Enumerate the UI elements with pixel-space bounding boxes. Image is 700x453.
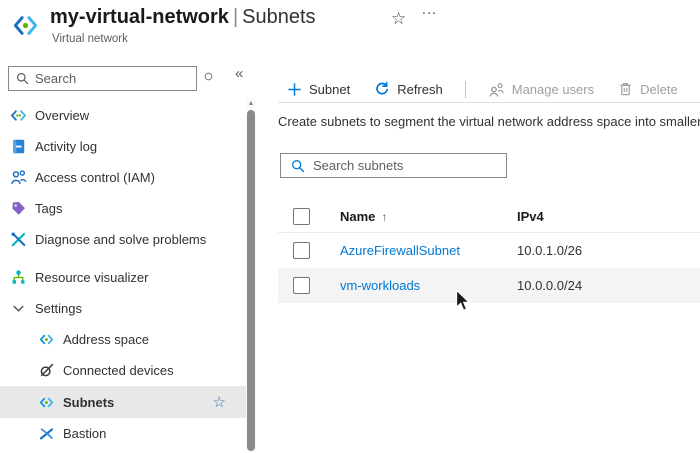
- subnet-link[interactable]: AzureFirewallSubnet: [340, 243, 460, 258]
- sidebar-item-label: Activity log: [35, 139, 97, 154]
- search-icon: [291, 159, 305, 173]
- sidebar-item-label: Tags: [35, 201, 62, 216]
- sidebar-item-label: Access control (IAM): [35, 170, 155, 185]
- table-header-row: Name↑ IPv4: [278, 200, 700, 233]
- favorite-star-icon[interactable]: ☆: [213, 393, 226, 411]
- select-all-checkbox[interactable]: [293, 208, 310, 225]
- sidebar-item-label: Subnets: [63, 395, 114, 410]
- blade-name: Subnets: [242, 6, 315, 28]
- sidebar-item-label: Settings: [35, 301, 82, 316]
- address-space-icon: [38, 331, 55, 348]
- overview-icon: [10, 107, 27, 124]
- row-checkbox[interactable]: [293, 242, 310, 259]
- sidebar-item-access-control[interactable]: Access control (IAM): [0, 162, 256, 193]
- delete-button[interactable]: Delete: [606, 81, 690, 97]
- subnets-icon: [38, 394, 55, 411]
- toolbar-divider: [465, 81, 466, 98]
- activity-log-icon: [10, 138, 27, 155]
- manage-users-button[interactable]: Manage users: [476, 81, 606, 98]
- sidebar-menu: Overview Activity log Access control (IA…: [0, 100, 256, 449]
- delete-label: Delete: [640, 82, 678, 97]
- subnet-link[interactable]: vm-workloads: [340, 278, 420, 293]
- sidebar-item-overview[interactable]: Overview: [0, 100, 256, 131]
- table-row[interactable]: vm-workloads 10.0.0.0/24: [278, 268, 700, 303]
- sidebar-item-label: Bastion: [63, 426, 106, 441]
- command-bar: Subnet Refresh Manage users Delete: [278, 76, 690, 102]
- subnet-ipv4: 10.0.1.0/26: [517, 243, 700, 258]
- sidebar-item-label: Connected devices: [63, 363, 174, 378]
- sidebar-item-bastion[interactable]: Bastion: [0, 418, 256, 449]
- subnet-ipv4: 10.0.0.0/24: [517, 278, 700, 293]
- refresh-label: Refresh: [397, 82, 443, 97]
- sidebar-item-label: Resource visualizer: [35, 270, 148, 285]
- manage-users-label: Manage users: [512, 82, 594, 97]
- sidebar-item-diagnose[interactable]: Diagnose and solve problems: [0, 224, 256, 255]
- toolbar-border: [278, 102, 700, 103]
- plus-icon: [287, 82, 302, 97]
- sidebar-search-box[interactable]: [8, 66, 197, 91]
- sidebar-item-activity-log[interactable]: Activity log: [0, 131, 256, 162]
- connected-devices-icon: [38, 362, 55, 379]
- sidebar-item-tags[interactable]: Tags: [0, 193, 256, 224]
- title-separator: |: [229, 6, 242, 28]
- sidebar-scrollbar[interactable]: ▲: [246, 98, 256, 453]
- table-row[interactable]: AzureFirewallSubnet 10.0.1.0/26: [278, 233, 700, 268]
- resource-name: my-virtual-network: [50, 6, 229, 28]
- manage-users-icon: [488, 81, 505, 98]
- sidebar-scrollbar-thumb[interactable]: [247, 110, 255, 451]
- diagnose-tools-icon: [10, 231, 27, 248]
- resource-visualizer-icon: [10, 269, 27, 286]
- column-header-name[interactable]: Name↑: [340, 209, 517, 224]
- trash-icon: [618, 81, 633, 97]
- sidebar-item-label: Diagnose and solve problems: [35, 232, 206, 247]
- refresh-icon: [374, 81, 390, 97]
- search-subnets-input[interactable]: [313, 158, 506, 173]
- sidebar-item-label: Overview: [35, 108, 89, 123]
- blade-description: Create subnets to segment the virtual ne…: [278, 114, 700, 129]
- circle-icon[interactable]: [204, 71, 213, 82]
- column-header-ipv4[interactable]: IPv4: [517, 209, 700, 224]
- sidebar-item-address-space[interactable]: Address space: [0, 324, 256, 355]
- virtual-network-icon: [12, 12, 39, 39]
- sidebar-item-resource-visualizer[interactable]: Resource visualizer: [0, 262, 256, 293]
- subnets-table: Name↑ IPv4 AzureFirewallSubnet 10.0.1.0/…: [278, 200, 700, 303]
- sort-ascending-icon: ↑: [381, 210, 387, 224]
- sidebar-group-settings[interactable]: Settings: [0, 293, 256, 324]
- sidebar-item-subnets[interactable]: Subnets ☆: [0, 386, 246, 418]
- more-options-icon[interactable]: …: [421, 1, 438, 19]
- chevron-down-icon: [10, 300, 27, 317]
- resource-type-subtitle: Virtual network: [52, 33, 128, 45]
- add-subnet-button[interactable]: Subnet: [278, 82, 362, 97]
- access-control-icon: [10, 169, 27, 186]
- tag-icon: [10, 200, 27, 217]
- page-title: my-virtual-network|Subnets: [50, 6, 316, 29]
- scrollbar-up-arrow-icon[interactable]: ▲: [246, 100, 256, 107]
- refresh-button[interactable]: Refresh: [362, 81, 455, 97]
- sidebar-search-input[interactable]: [35, 71, 196, 86]
- add-subnet-label: Subnet: [309, 82, 350, 97]
- collapse-sidebar-icon[interactable]: «: [235, 65, 243, 82]
- bastion-icon: [38, 425, 55, 442]
- search-icon: [16, 72, 29, 85]
- row-checkbox[interactable]: [293, 277, 310, 294]
- favorite-star-icon[interactable]: ☆: [391, 9, 406, 29]
- sidebar-item-connected-devices[interactable]: Connected devices: [0, 355, 256, 386]
- search-subnets-box[interactable]: [280, 153, 507, 178]
- sidebar-item-label: Address space: [63, 332, 149, 347]
